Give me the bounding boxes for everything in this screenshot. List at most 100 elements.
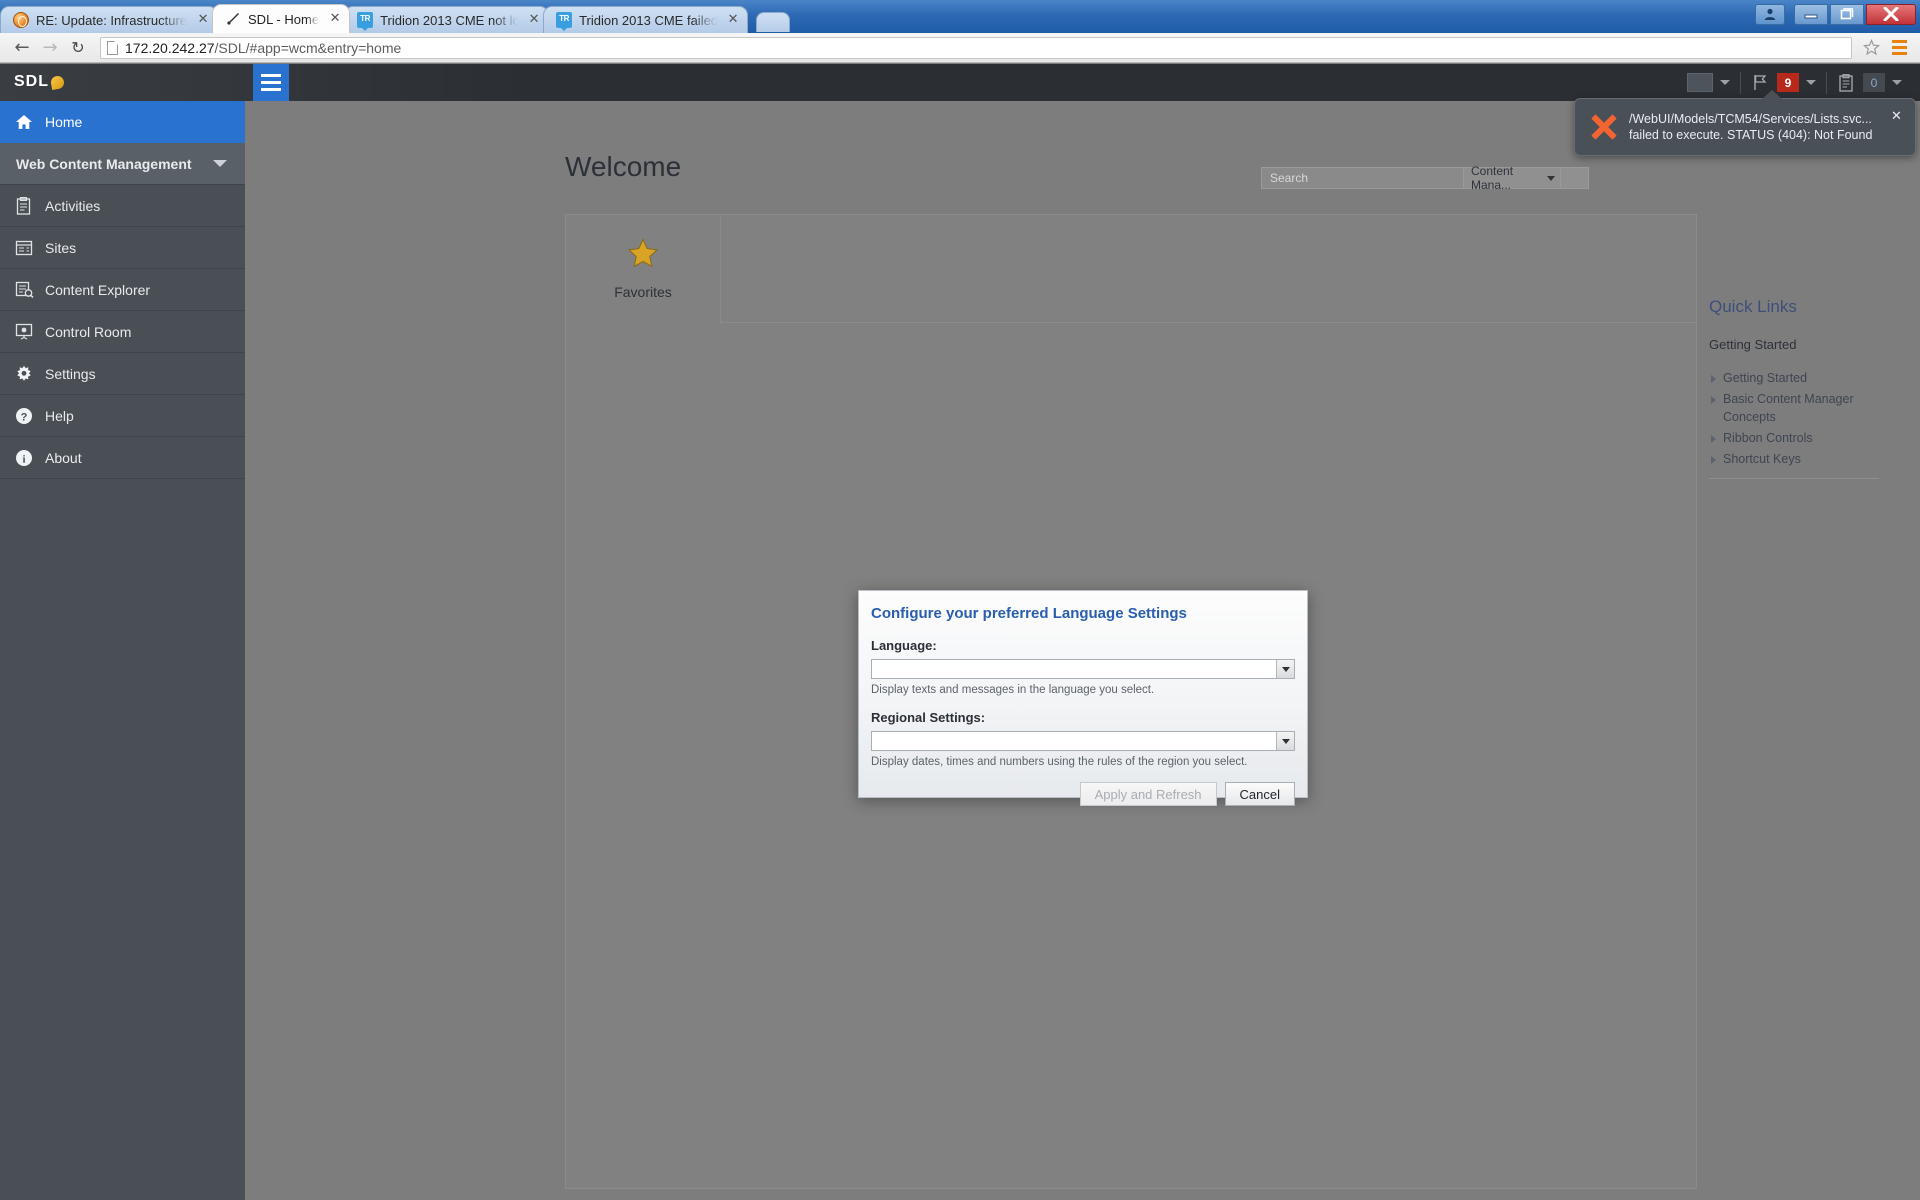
sdl-icon xyxy=(225,11,241,27)
tab-label: RE: Update: Infrastructure xyxy=(36,12,188,28)
new-tab-button[interactable] xyxy=(756,12,791,32)
tab-strip: RE: Update: Infrastructure ✕ SDL - Home … xyxy=(0,0,1800,33)
close-window-button[interactable] xyxy=(1866,3,1916,25)
sidebar-group-label: Web Content Management xyxy=(16,155,192,172)
quick-link-item[interactable]: Shortcut Keys xyxy=(1709,450,1899,468)
chevron-down-icon xyxy=(1547,175,1555,181)
app-header-bar: SDL 9 0 xyxy=(0,64,1920,101)
browser-tab-3[interactable]: TR Tridion 2013 CME not load ✕ xyxy=(344,6,550,33)
close-icon[interactable]: ✕ xyxy=(327,11,343,27)
chevron-down-icon[interactable] xyxy=(1806,80,1816,85)
browser-tab-4[interactable]: TR Tridion 2013 CME failed to ✕ xyxy=(543,6,749,33)
sidebar-group-web-content-management[interactable]: Web Content Management xyxy=(0,143,245,185)
sidebar-item-settings[interactable]: Settings xyxy=(0,353,245,395)
close-icon[interactable]: ✕ xyxy=(1891,110,1905,124)
sites-icon xyxy=(15,240,45,256)
search-submit-button[interactable] xyxy=(1561,167,1589,189)
quick-link-item[interactable]: Basic Content Manager Concepts xyxy=(1709,390,1899,426)
gear-icon xyxy=(15,365,45,383)
tasks-group[interactable]: 0 xyxy=(1827,71,1912,95)
sdl-application: SDL 9 0 /WebUI/Models/TCM54/Services/Lis… xyxy=(0,64,1920,1200)
tile-favorites[interactable]: Favorites xyxy=(566,215,721,323)
error-x-icon xyxy=(1587,110,1621,144)
browser-toolbar: ← → ↻ 172.20.242.27/SDL/#app=wcm&entry=h… xyxy=(0,33,1920,63)
search-bar: Search Content Mana... xyxy=(1261,164,1589,192)
chevron-down-icon[interactable] xyxy=(1720,80,1730,85)
browser-tab-2[interactable]: SDL - Home ✕ xyxy=(212,4,351,33)
page-title: Welcome xyxy=(565,151,682,182)
app-header-actions: 9 0 xyxy=(1677,64,1912,101)
browser-tab-1[interactable]: RE: Update: Infrastructure ✕ xyxy=(0,6,219,33)
browser-titlebar: RE: Update: Infrastructure ✕ SDL - Home … xyxy=(0,0,1920,33)
header-sheen xyxy=(0,64,760,101)
tiles-row: Favorites xyxy=(566,215,1696,323)
content-explorer-icon xyxy=(15,281,45,298)
window-controls xyxy=(1755,2,1916,26)
quick-links-list: Getting Started Basic Content Manager Co… xyxy=(1709,369,1899,468)
regional-label: Regional Settings: xyxy=(871,710,986,725)
regional-settings-select[interactable] xyxy=(871,731,1295,751)
apply-and-refresh-button[interactable]: Apply and Refresh xyxy=(1079,782,1217,806)
profile-group[interactable] xyxy=(1677,71,1740,95)
sidebar-item-activities[interactable]: Activities xyxy=(0,185,245,227)
search-scope-label: Content Mana... xyxy=(1471,164,1514,192)
browser-window: RE: Update: Infrastructure ✕ SDL - Home … xyxy=(0,0,1920,1200)
close-icon[interactable]: ✕ xyxy=(195,12,211,28)
chrome-menu-icon[interactable] xyxy=(1886,36,1912,60)
url-path: /SDL/#app=wcm&entry=home xyxy=(214,39,402,56)
address-bar[interactable]: 172.20.242.27/SDL/#app=wcm&entry=home xyxy=(100,36,1852,59)
orange-globe-icon xyxy=(13,12,29,28)
language-select[interactable] xyxy=(871,659,1295,679)
sdl-logo: SDL xyxy=(14,72,66,92)
chevron-down-icon[interactable] xyxy=(1892,80,1902,85)
sidebar-item-label: Settings xyxy=(45,365,96,382)
sidebar-item-sites[interactable]: Sites xyxy=(0,227,245,269)
back-button[interactable]: ← xyxy=(8,35,36,61)
sidebar-item-label: Sites xyxy=(45,239,77,256)
chevron-down-icon[interactable] xyxy=(1276,660,1294,678)
sidebar-item-home[interactable]: Home xyxy=(0,101,245,143)
svg-text:?: ? xyxy=(21,411,28,423)
close-icon[interactable]: ✕ xyxy=(725,12,741,28)
search-scope-dropdown[interactable]: Content Mana... xyxy=(1463,164,1561,192)
quick-link-item[interactable]: Ribbon Controls xyxy=(1709,429,1899,447)
tab-label: SDL - Home xyxy=(248,11,320,27)
dialog-title: Configure your preferred Language Settin… xyxy=(871,605,1187,622)
sidebar-item-control-room[interactable]: Control Room xyxy=(0,311,245,353)
sidebar-item-content-explorer[interactable]: Content Explorer xyxy=(0,269,245,311)
sidebar-item-label: Activities xyxy=(45,197,101,214)
sidebar-item-help[interactable]: ? Help xyxy=(0,395,245,437)
reload-icon[interactable]: ↻ xyxy=(64,35,92,61)
url-host: 172.20.242.27 xyxy=(125,39,215,56)
chevron-down-icon[interactable] xyxy=(1276,732,1294,750)
chevron-down-icon xyxy=(213,160,227,167)
search-input[interactable]: Search xyxy=(1261,167,1463,189)
tr-icon: TR xyxy=(556,12,573,31)
quick-links-section: Getting Started xyxy=(1709,337,1797,352)
language-label: Language: xyxy=(871,638,937,653)
sidebar-item-about[interactable]: i About xyxy=(0,437,245,479)
bookmark-star-icon[interactable] xyxy=(1858,36,1884,60)
tab-label: Tridion 2013 CME not load xyxy=(380,12,518,28)
quick-link-item[interactable]: Getting Started xyxy=(1709,369,1899,387)
language-settings-dialog: Configure your preferred Language Settin… xyxy=(858,590,1308,806)
task-count-badge: 0 xyxy=(1863,73,1885,92)
forward-button[interactable]: → xyxy=(36,35,64,61)
user-avatar-icon[interactable] xyxy=(1755,3,1785,25)
error-notification: /WebUI/Models/TCM54/Services/Lists.svc..… xyxy=(1574,90,1916,156)
notifications-group[interactable]: 9 xyxy=(1741,71,1826,95)
divider xyxy=(1709,478,1879,479)
cancel-button[interactable]: Cancel xyxy=(1224,782,1295,806)
tab-label: Tridion 2013 CME failed to xyxy=(579,12,718,28)
activities-icon xyxy=(15,196,45,215)
close-icon[interactable]: ✕ xyxy=(526,12,542,28)
menu-toggle-button[interactable] xyxy=(253,64,289,101)
tiles-empty-area xyxy=(721,215,1696,323)
home-icon xyxy=(15,114,45,130)
quick-links-title: Quick Links xyxy=(1709,297,1797,316)
quick-links-panel: Quick Links Getting Started Getting Star… xyxy=(1709,297,1899,479)
minimize-button[interactable] xyxy=(1794,3,1828,25)
sidebar: Home Web Content Management Activities S… xyxy=(0,101,245,1200)
restore-button[interactable] xyxy=(1830,3,1864,25)
error-message: /WebUI/Models/TCM54/Services/Lists.svc..… xyxy=(1629,112,1873,142)
